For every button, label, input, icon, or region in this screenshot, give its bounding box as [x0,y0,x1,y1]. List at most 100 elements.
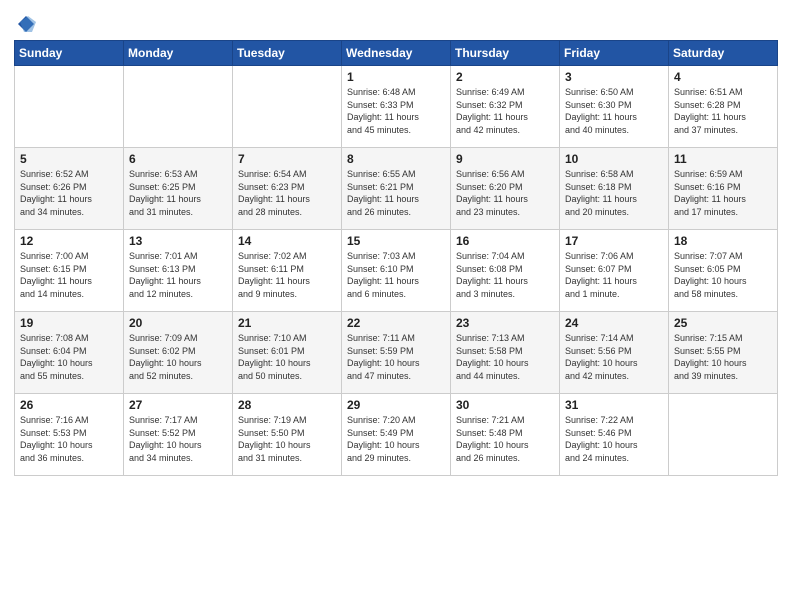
day-info: Sunrise: 7:17 AM Sunset: 5:52 PM Dayligh… [129,414,228,464]
calendar-cell: 21 Sunrise: 7:10 AM Sunset: 6:01 PM Dayli… [233,312,342,394]
day-info: Sunrise: 7:20 AM Sunset: 5:49 PM Dayligh… [347,414,446,464]
day-number: 17 [565,234,664,248]
calendar-cell [669,394,778,476]
calendar-cell: 19 Sunrise: 7:08 AM Sunset: 6:04 PM Dayli… [15,312,124,394]
calendar-cell: 2Sunrise: 6:49 AM Sunset: 6:32 PM Daylig… [451,66,560,148]
day-info: Sunrise: 7:09 AM Sunset: 6:02 PM Dayligh… [129,332,228,382]
day-number: 16 [456,234,555,248]
calendar-table: SundayMondayTuesdayWednesdayThursdayFrid… [14,40,778,476]
calendar-cell: 5Sunrise: 6:52 AM Sunset: 6:26 PM Daylig… [15,148,124,230]
logo [14,10,36,34]
day-info: Sunrise: 6:58 AM Sunset: 6:18 PM Dayligh… [565,168,664,218]
day-number: 21 [238,316,337,330]
calendar-cell: 7Sunrise: 6:54 AM Sunset: 6:23 PM Daylig… [233,148,342,230]
calendar-cell: 8 Sunrise: 6:55 AM Sunset: 6:21 PM Daylig… [342,148,451,230]
day-info: Sunrise: 7:13 AM Sunset: 5:58 PM Dayligh… [456,332,555,382]
day-info: Sunrise: 7:07 AM Sunset: 6:05 PM Dayligh… [674,250,773,300]
day-number: 8 [347,152,446,166]
day-number: 12 [20,234,119,248]
day-number: 14 [238,234,337,248]
day-number: 29 [347,398,446,412]
calendar-cell: 4Sunrise: 6:51 AM Sunset: 6:28 PM Daylig… [669,66,778,148]
week-row-1: 1 Sunrise: 6:48 AM Sunset: 6:33 PM Daylig… [15,66,778,148]
calendar-cell: 23 Sunrise: 7:13 AM Sunset: 5:58 PM Dayli… [451,312,560,394]
day-info: Sunrise: 6:53 AM Sunset: 6:25 PM Dayligh… [129,168,228,218]
calendar-cell: 12 Sunrise: 7:00 AM Sunset: 6:15 PM Dayli… [15,230,124,312]
calendar-cell: 30 Sunrise: 7:21 AM Sunset: 5:48 PM Dayli… [451,394,560,476]
calendar-cell: 10 Sunrise: 6:58 AM Sunset: 6:18 PM Dayli… [560,148,669,230]
day-info: Sunrise: 7:08 AM Sunset: 6:04 PM Dayligh… [20,332,119,382]
weekday-header-friday: Friday [560,41,669,66]
day-info: Sunrise: 6:51 AM Sunset: 6:28 PM Dayligh… [674,86,773,136]
calendar-cell [124,66,233,148]
calendar-cell: 29 Sunrise: 7:20 AM Sunset: 5:49 PM Dayli… [342,394,451,476]
logo-icon [16,14,36,34]
calendar-cell: 11 Sunrise: 6:59 AM Sunset: 6:16 PM Dayli… [669,148,778,230]
day-info: Sunrise: 7:22 AM Sunset: 5:46 PM Dayligh… [565,414,664,464]
day-number: 30 [456,398,555,412]
day-number: 10 [565,152,664,166]
day-info: Sunrise: 7:21 AM Sunset: 5:48 PM Dayligh… [456,414,555,464]
day-info: Sunrise: 7:11 AM Sunset: 5:59 PM Dayligh… [347,332,446,382]
header [14,10,778,34]
calendar-cell: 9Sunrise: 6:56 AM Sunset: 6:20 PM Daylig… [451,148,560,230]
day-number: 27 [129,398,228,412]
calendar-cell: 15 Sunrise: 7:03 AM Sunset: 6:10 PM Dayli… [342,230,451,312]
weekday-header-monday: Monday [124,41,233,66]
calendar-cell: 20 Sunrise: 7:09 AM Sunset: 6:02 PM Dayli… [124,312,233,394]
day-number: 11 [674,152,773,166]
day-info: Sunrise: 6:56 AM Sunset: 6:20 PM Dayligh… [456,168,555,218]
day-info: Sunrise: 6:48 AM Sunset: 6:33 PM Dayligh… [347,86,446,136]
calendar-cell: 28Sunrise: 7:19 AM Sunset: 5:50 PM Dayli… [233,394,342,476]
calendar-cell: 16 Sunrise: 7:04 AM Sunset: 6:08 PM Dayli… [451,230,560,312]
day-info: Sunrise: 7:10 AM Sunset: 6:01 PM Dayligh… [238,332,337,382]
day-info: Sunrise: 7:03 AM Sunset: 6:10 PM Dayligh… [347,250,446,300]
day-number: 15 [347,234,446,248]
calendar-cell: 18 Sunrise: 7:07 AM Sunset: 6:05 PM Dayli… [669,230,778,312]
weekday-header-wednesday: Wednesday [342,41,451,66]
day-info: Sunrise: 7:04 AM Sunset: 6:08 PM Dayligh… [456,250,555,300]
day-number: 19 [20,316,119,330]
day-number: 31 [565,398,664,412]
day-number: 22 [347,316,446,330]
day-info: Sunrise: 7:00 AM Sunset: 6:15 PM Dayligh… [20,250,119,300]
calendar-cell [233,66,342,148]
day-number: 1 [347,70,446,84]
week-row-2: 5Sunrise: 6:52 AM Sunset: 6:26 PM Daylig… [15,148,778,230]
page: SundayMondayTuesdayWednesdayThursdayFrid… [0,0,792,612]
day-number: 18 [674,234,773,248]
day-number: 20 [129,316,228,330]
calendar-cell: 27 Sunrise: 7:17 AM Sunset: 5:52 PM Dayli… [124,394,233,476]
weekday-header-tuesday: Tuesday [233,41,342,66]
weekday-header-thursday: Thursday [451,41,560,66]
calendar-cell: 31 Sunrise: 7:22 AM Sunset: 5:46 PM Dayli… [560,394,669,476]
day-info: Sunrise: 6:52 AM Sunset: 6:26 PM Dayligh… [20,168,119,218]
weekday-header-row: SundayMondayTuesdayWednesdayThursdayFrid… [15,41,778,66]
calendar-cell: 13 Sunrise: 7:01 AM Sunset: 6:13 PM Dayli… [124,230,233,312]
day-info: Sunrise: 7:14 AM Sunset: 5:56 PM Dayligh… [565,332,664,382]
day-info: Sunrise: 6:49 AM Sunset: 6:32 PM Dayligh… [456,86,555,136]
calendar-cell: 17 Sunrise: 7:06 AM Sunset: 6:07 PM Dayli… [560,230,669,312]
day-number: 26 [20,398,119,412]
day-info: Sunrise: 7:06 AM Sunset: 6:07 PM Dayligh… [565,250,664,300]
day-number: 7 [238,152,337,166]
calendar-cell [15,66,124,148]
day-number: 23 [456,316,555,330]
day-number: 24 [565,316,664,330]
week-row-4: 19 Sunrise: 7:08 AM Sunset: 6:04 PM Dayli… [15,312,778,394]
week-row-5: 26Sunrise: 7:16 AM Sunset: 5:53 PM Dayli… [15,394,778,476]
day-info: Sunrise: 7:19 AM Sunset: 5:50 PM Dayligh… [238,414,337,464]
day-info: Sunrise: 7:02 AM Sunset: 6:11 PM Dayligh… [238,250,337,300]
day-number: 25 [674,316,773,330]
calendar-cell: 22 Sunrise: 7:11 AM Sunset: 5:59 PM Dayli… [342,312,451,394]
day-info: Sunrise: 7:01 AM Sunset: 6:13 PM Dayligh… [129,250,228,300]
week-row-3: 12 Sunrise: 7:00 AM Sunset: 6:15 PM Dayli… [15,230,778,312]
calendar-cell: 3Sunrise: 6:50 AM Sunset: 6:30 PM Daylig… [560,66,669,148]
calendar-cell: 1 Sunrise: 6:48 AM Sunset: 6:33 PM Daylig… [342,66,451,148]
day-info: Sunrise: 6:59 AM Sunset: 6:16 PM Dayligh… [674,168,773,218]
calendar-cell: 24 Sunrise: 7:14 AM Sunset: 5:56 PM Dayli… [560,312,669,394]
calendar-cell: 6 Sunrise: 6:53 AM Sunset: 6:25 PM Daylig… [124,148,233,230]
day-number: 6 [129,152,228,166]
day-number: 13 [129,234,228,248]
day-info: Sunrise: 6:55 AM Sunset: 6:21 PM Dayligh… [347,168,446,218]
